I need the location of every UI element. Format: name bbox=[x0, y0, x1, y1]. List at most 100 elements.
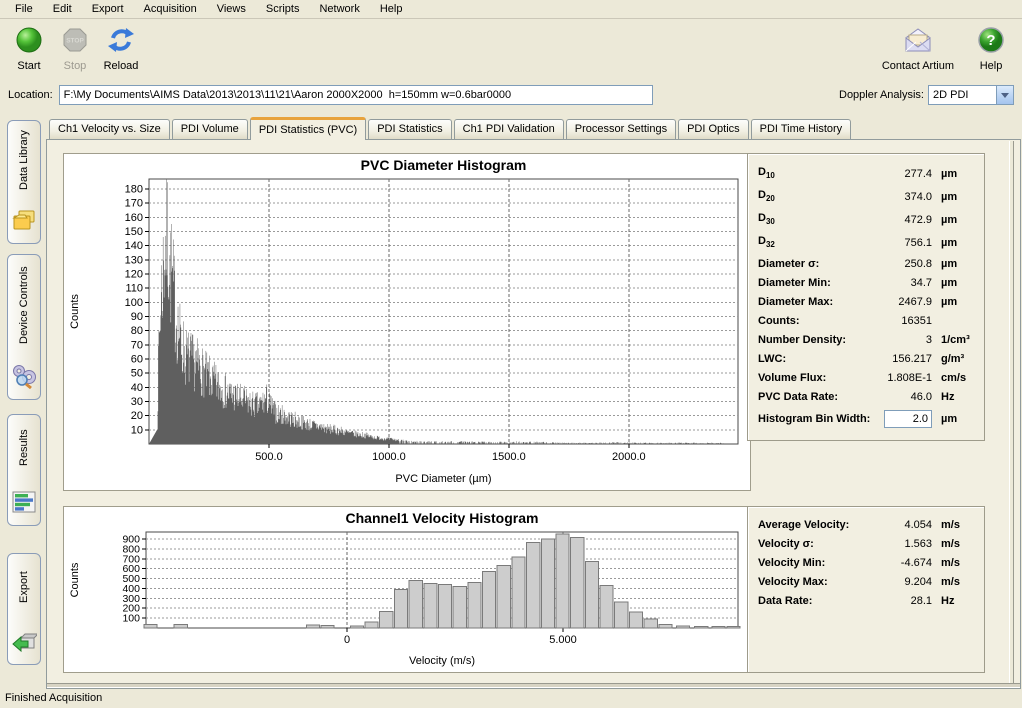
svg-text:5.000: 5.000 bbox=[549, 634, 577, 646]
help-icon: ? bbox=[976, 25, 1006, 55]
sidebar-item-export[interactable]: Export bbox=[7, 553, 41, 665]
svg-text:20: 20 bbox=[131, 410, 143, 422]
menu-bar: FileEditExportAcquisitionViewsScriptsNet… bbox=[0, 0, 1022, 19]
location-input[interactable] bbox=[59, 85, 653, 105]
sidebar-item-data-library[interactable]: Data Library bbox=[7, 120, 41, 244]
vertical-splitter[interactable] bbox=[1009, 141, 1014, 687]
svg-text:Channel1 Velocity Histogram: Channel1 Velocity Histogram bbox=[346, 510, 539, 526]
menu-item-network[interactable]: Network bbox=[309, 1, 369, 18]
chart-icon bbox=[11, 489, 37, 518]
sidebar-item-device-controls[interactable]: Device Controls bbox=[7, 254, 41, 400]
stat-row-volume-flux: Volume Flux:1.808E-1cm/s bbox=[758, 368, 974, 387]
tab-pdi-time-history[interactable]: PDI Time History bbox=[751, 119, 852, 139]
gears-icon bbox=[11, 363, 37, 392]
svg-text:160: 160 bbox=[125, 212, 143, 224]
stat-row-velocity: Velocity σ:1.563m/s bbox=[758, 534, 974, 553]
chevron-down-icon[interactable] bbox=[996, 86, 1013, 104]
svg-text:900: 900 bbox=[122, 534, 140, 546]
tab-ch1-pdi-validation[interactable]: Ch1 PDI Validation bbox=[454, 119, 564, 139]
svg-text:70: 70 bbox=[131, 339, 143, 351]
tab-pdi-statistics[interactable]: PDI Statistics bbox=[368, 119, 451, 139]
reload-icon bbox=[106, 25, 136, 55]
svg-text:500.0: 500.0 bbox=[255, 451, 283, 463]
svg-text:PVC Diameter (µm): PVC Diameter (µm) bbox=[395, 473, 491, 485]
location-label: Location: bbox=[8, 89, 53, 101]
svg-text:Counts: Counts bbox=[69, 562, 81, 597]
help-button[interactable]: ?Help bbox=[970, 23, 1012, 72]
svg-text:0: 0 bbox=[344, 634, 350, 646]
velocity-statistics-panel: Average Velocity:4.054m/sVelocity σ:1.56… bbox=[747, 506, 985, 673]
sidebar-item-results[interactable]: Results bbox=[7, 414, 41, 526]
svg-text:40: 40 bbox=[131, 382, 143, 394]
svg-text:60: 60 bbox=[131, 354, 143, 366]
menu-item-acquisition[interactable]: Acquisition bbox=[134, 1, 207, 18]
export-icon bbox=[11, 628, 37, 657]
svg-text:90: 90 bbox=[131, 311, 143, 323]
svg-text:100: 100 bbox=[125, 297, 143, 309]
stop-button: STOPStop bbox=[54, 23, 96, 72]
status-text: Finished Acquisition bbox=[5, 692, 102, 704]
stat-row-diameter-max: Diameter Max:2467.9µm bbox=[758, 292, 974, 311]
stat-row-d32: D32756.1µm bbox=[758, 231, 974, 254]
horizontal-splitter[interactable] bbox=[47, 683, 1020, 688]
stat-row-diameter-min: Diameter Min:34.7µm bbox=[758, 273, 974, 292]
svg-text:170: 170 bbox=[125, 198, 143, 210]
svg-text:50: 50 bbox=[131, 368, 143, 380]
location-bar: Location: Doppler Analysis: 2D PDI bbox=[0, 81, 1022, 111]
stat-row-d30: D30472.9µm bbox=[758, 208, 974, 231]
svg-text:120: 120 bbox=[125, 269, 143, 281]
pvc-statistics-panel: D10277.4µmD20374.0µmD30472.9µmD32756.1µm… bbox=[747, 153, 985, 441]
menu-item-file[interactable]: File bbox=[5, 1, 43, 18]
stat-row-number-density: Number Density:31/cm³ bbox=[758, 330, 974, 349]
tab-processor-settings[interactable]: Processor Settings bbox=[566, 119, 676, 139]
stat-row-velocity-min: Velocity Min:-4.674m/s bbox=[758, 553, 974, 572]
menu-item-scripts[interactable]: Scripts bbox=[256, 1, 310, 18]
mail-icon bbox=[903, 25, 933, 55]
start-button[interactable]: Start bbox=[8, 23, 50, 72]
stat-row-average-velocity: Average Velocity:4.054m/s bbox=[758, 515, 974, 534]
doppler-analysis-select[interactable]: 2D PDI bbox=[928, 85, 1014, 105]
status-bar: Finished Acquisition bbox=[0, 689, 1022, 708]
menu-item-views[interactable]: Views bbox=[207, 1, 256, 18]
histogram-bin-width-input[interactable] bbox=[884, 410, 932, 428]
svg-text:110: 110 bbox=[125, 283, 143, 295]
velocity-histogram-plot: 10020030040050060070080090005.000Channel… bbox=[64, 507, 750, 672]
folder-icon bbox=[11, 207, 37, 236]
velocity-histogram-chart: 10020030040050060070080090005.000Channel… bbox=[63, 506, 751, 673]
svg-text:140: 140 bbox=[125, 240, 143, 252]
svg-text:STOP: STOP bbox=[66, 38, 84, 45]
tab-pdi-statistics-pvc[interactable]: PDI Statistics (PVC) bbox=[250, 117, 366, 140]
svg-text:PVC Diameter Histogram: PVC Diameter Histogram bbox=[361, 157, 527, 173]
doppler-analysis-value: 2D PDI bbox=[933, 89, 996, 101]
svg-text:180: 180 bbox=[125, 184, 143, 196]
svg-text:80: 80 bbox=[131, 325, 143, 337]
menu-item-help[interactable]: Help bbox=[370, 1, 413, 18]
tab-page-pdi-statistics-pvc: 10 20 30 40 50 60 70 80 90 100 110 120 130 140 150 160 1… bbox=[46, 139, 1021, 689]
menu-item-export[interactable]: Export bbox=[82, 1, 134, 18]
start-icon bbox=[14, 25, 44, 55]
stat-row-counts: Counts:16351 bbox=[758, 311, 974, 330]
svg-text:130: 130 bbox=[125, 254, 143, 266]
tab-pdi-optics[interactable]: PDI Optics bbox=[678, 119, 749, 139]
svg-text:30: 30 bbox=[131, 396, 143, 408]
stat-row-data-rate: Data Rate:28.1Hz bbox=[758, 591, 974, 610]
svg-text:1500.0: 1500.0 bbox=[492, 451, 526, 463]
reload-button[interactable]: Reload bbox=[100, 23, 142, 72]
doppler-analysis-label: Doppler Analysis: bbox=[839, 89, 924, 101]
toolbar: StartSTOPStopReload Contact Artium ?Help bbox=[0, 19, 1022, 81]
stat-row-histogram-bin-width: Histogram Bin Width:µm bbox=[758, 406, 974, 432]
stat-row-d20: D20374.0µm bbox=[758, 185, 974, 208]
stat-row-velocity-max: Velocity Max:9.204m/s bbox=[758, 572, 974, 591]
svg-text:150: 150 bbox=[125, 226, 143, 238]
menu-item-edit[interactable]: Edit bbox=[43, 1, 82, 18]
pvc-diameter-histogram-chart: 10 20 30 40 50 60 70 80 90 100 110 120 130 140 150 160 1… bbox=[63, 153, 751, 491]
contact-artium-button[interactable]: Contact Artium bbox=[882, 23, 954, 72]
svg-text:Velocity (m/s): Velocity (m/s) bbox=[409, 655, 475, 667]
stat-row-d10: D10277.4µm bbox=[758, 162, 974, 185]
svg-text:1000.0: 1000.0 bbox=[372, 451, 406, 463]
pvc-histogram-plot: 10 20 30 40 50 60 70 80 90 100 110 120 130 140 150 160 1… bbox=[64, 154, 750, 490]
svg-text:10: 10 bbox=[131, 424, 143, 436]
tab-ch1-velocity-vs-size[interactable]: Ch1 Velocity vs. Size bbox=[49, 119, 170, 139]
stat-row-lwc: LWC:156.217g/m³ bbox=[758, 349, 974, 368]
tab-pdi-volume[interactable]: PDI Volume bbox=[172, 119, 248, 139]
